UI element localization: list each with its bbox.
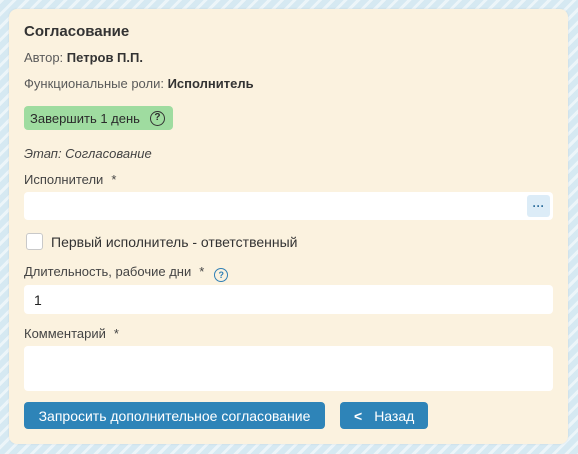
performers-label: Исполнители * xyxy=(24,172,116,187)
comment-label: Комментарий * xyxy=(24,326,119,341)
request-approval-label: Запросить дополнительное согласование xyxy=(38,407,311,424)
first-responsible-label: Первый исполнитель - ответственный xyxy=(51,233,298,250)
author-value: Петров П.П. xyxy=(66,50,143,65)
roles-label: Функциональные роли: xyxy=(24,76,164,91)
author-line: Автор: Петров П.П. xyxy=(24,50,143,65)
first-responsible-checkbox[interactable] xyxy=(26,233,43,250)
roles-line: Функциональные роли: Исполнитель xyxy=(24,76,254,91)
duration-label: Длительность, рабочие дни *? xyxy=(24,264,229,282)
request-approval-button[interactable]: Запросить дополнительное согласование xyxy=(24,402,325,429)
comment-label-text: Комментарий xyxy=(24,326,106,341)
help-icon[interactable]: ? xyxy=(214,268,229,282)
author-label: Автор: xyxy=(24,50,64,65)
required-mark: * xyxy=(111,172,117,187)
deadline-badge-label: Завершить 1 день xyxy=(30,110,140,126)
back-button[interactable]: < Назад xyxy=(340,402,428,429)
required-mark: * xyxy=(199,264,205,279)
roles-value: Исполнитель xyxy=(167,76,254,91)
duration-label-text: Длительность, рабочие дни xyxy=(24,264,192,279)
required-mark: * xyxy=(113,326,119,341)
stage-label: Этап: Согласование xyxy=(24,146,152,161)
question-icon[interactable]: ? xyxy=(149,110,165,126)
approval-card: Согласование Автор: Петров П.П. Функцион… xyxy=(9,9,568,444)
chevron-left-icon: < xyxy=(354,407,363,424)
performers-label-text: Исполнители xyxy=(24,172,104,187)
page-title: Согласование xyxy=(24,23,130,40)
duration-input[interactable]: 1 xyxy=(24,285,553,314)
select-performers-button[interactable]: ··· xyxy=(527,195,550,217)
comment-textarea[interactable] xyxy=(24,346,553,391)
deadline-badge: Завершить 1 день ? xyxy=(24,106,173,130)
back-label: Назад xyxy=(374,407,415,424)
first-responsible-row[interactable]: Первый исполнитель - ответственный xyxy=(26,233,298,250)
performers-input[interactable]: ··· xyxy=(24,192,553,220)
